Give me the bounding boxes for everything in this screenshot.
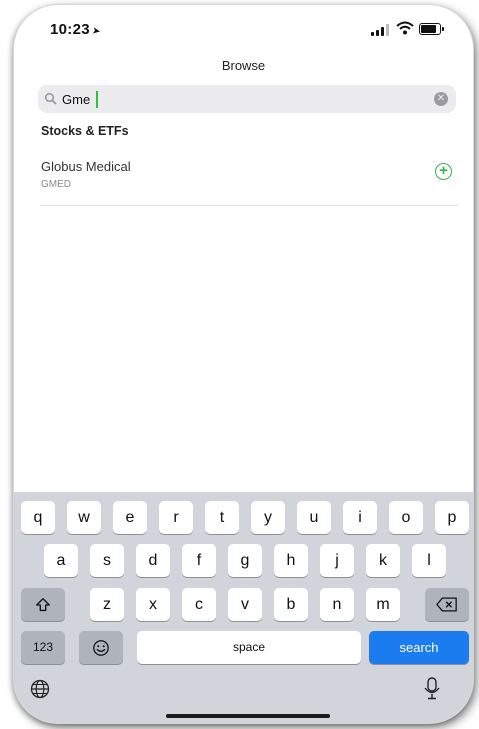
- key-g[interactable]: g: [228, 544, 262, 577]
- section-header-stocks-etfs: Stocks & ETFs: [41, 124, 129, 138]
- clear-search-icon[interactable]: ✕: [434, 92, 448, 106]
- key-y[interactable]: y: [251, 501, 285, 534]
- delete-key[interactable]: [425, 588, 469, 621]
- cellular-signal-icon: [371, 24, 391, 36]
- key-r[interactable]: r: [159, 501, 193, 534]
- key-l[interactable]: l: [412, 544, 446, 577]
- key-a[interactable]: a: [44, 544, 78, 577]
- page-title: Browse: [221, 58, 266, 73]
- space-key[interactable]: space: [137, 631, 361, 664]
- location-arrow-icon: ➤: [90, 25, 102, 38]
- search-bar[interactable]: ✕: [38, 85, 456, 113]
- search-key[interactable]: search: [369, 631, 469, 664]
- key-x[interactable]: x: [136, 588, 170, 621]
- key-s[interactable]: s: [90, 544, 124, 577]
- text-cursor: [96, 91, 98, 108]
- status-time: 10:23➤: [50, 21, 101, 38]
- result-name: Globus Medical: [41, 159, 131, 174]
- microphone-icon[interactable]: [423, 677, 441, 701]
- home-indicator: [166, 714, 330, 718]
- key-p[interactable]: p: [435, 501, 469, 534]
- key-f[interactable]: f: [182, 544, 216, 577]
- numbers-key[interactable]: 123: [21, 631, 65, 664]
- add-to-watchlist-button[interactable]: +: [435, 163, 452, 180]
- result-row[interactable]: Globus Medical GMED +: [40, 155, 458, 206]
- shift-icon: [36, 597, 50, 611]
- wifi-icon: [396, 21, 414, 35]
- key-k[interactable]: k: [366, 544, 400, 577]
- key-c[interactable]: c: [182, 588, 216, 621]
- keyboard: q w e r t y u i o p a s d f g h j k l z …: [14, 492, 473, 723]
- key-d[interactable]: d: [136, 544, 170, 577]
- key-h[interactable]: h: [274, 544, 308, 577]
- battery-icon: [419, 23, 444, 35]
- emoji-icon: [93, 639, 109, 656]
- key-b[interactable]: b: [274, 588, 308, 621]
- emoji-key[interactable]: [79, 631, 123, 664]
- key-q[interactable]: q: [21, 501, 55, 534]
- key-u[interactable]: u: [297, 501, 331, 534]
- globe-icon[interactable]: [30, 679, 50, 699]
- status-time-text: 10:23: [50, 21, 90, 38]
- key-m[interactable]: m: [366, 588, 400, 621]
- shift-key[interactable]: [21, 588, 65, 621]
- key-o[interactable]: o: [389, 501, 423, 534]
- key-i[interactable]: i: [343, 501, 377, 534]
- search-input[interactable]: [62, 89, 422, 109]
- key-e[interactable]: e: [113, 501, 147, 534]
- result-ticker: GMED: [41, 179, 71, 190]
- phone-frame: 10:23➤ Browse ✕ Stocks & ETFs Globus Med…: [14, 5, 473, 723]
- key-t[interactable]: t: [205, 501, 239, 534]
- key-w[interactable]: w: [67, 501, 101, 534]
- backspace-icon: [436, 597, 457, 612]
- key-z[interactable]: z: [90, 588, 124, 621]
- key-j[interactable]: j: [320, 544, 354, 577]
- search-icon: [45, 93, 57, 105]
- key-n[interactable]: n: [320, 588, 354, 621]
- key-v[interactable]: v: [228, 588, 262, 621]
